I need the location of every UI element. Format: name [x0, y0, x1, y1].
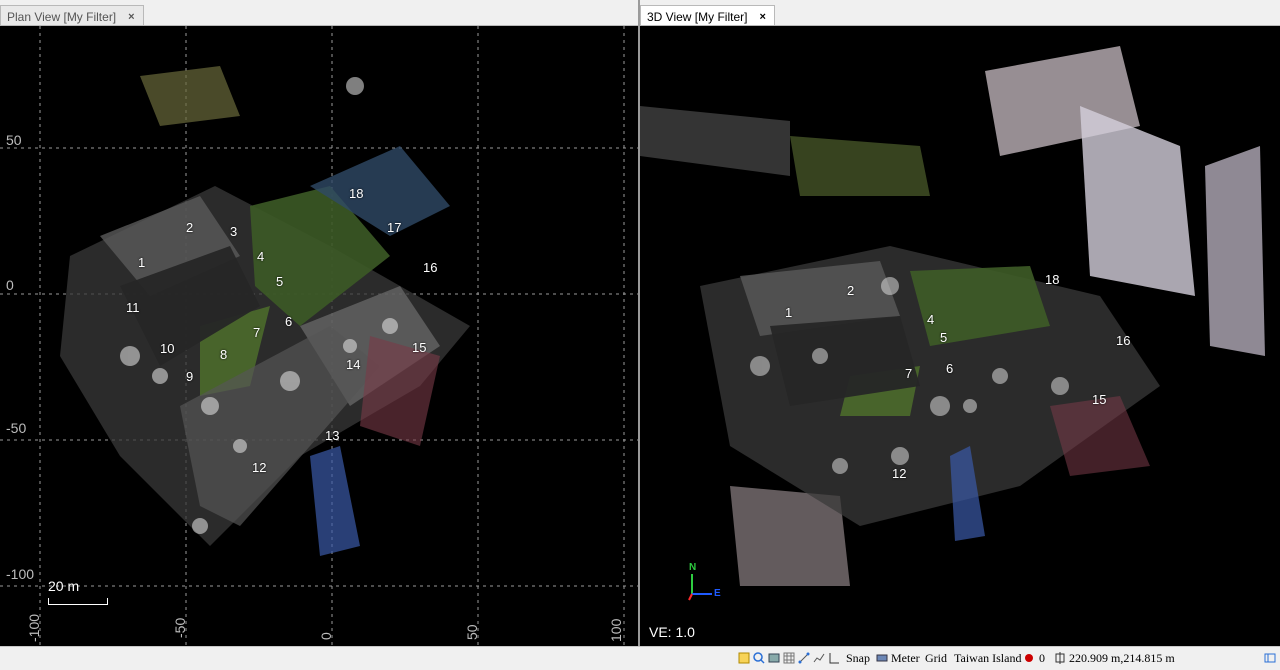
plan-pointcloud [0, 26, 638, 646]
record-icon [1025, 654, 1033, 662]
3d-tabbar: 3D View [My Filter] × [640, 0, 1280, 26]
3d-marker[interactable]: 12 [892, 466, 906, 481]
tab-plan-label: Plan View [My Filter] [7, 10, 117, 24]
gizmo-n-label: N [689, 562, 697, 573]
axis-label-x-100: 100 [608, 618, 624, 642]
angle-tool-icon[interactable] [828, 652, 840, 664]
scale-label: 20 m [48, 578, 80, 594]
vertical-exaggeration-label: VE: 1.0 [649, 624, 695, 640]
3d-marker[interactable]: 2 [847, 283, 854, 298]
status-bar: Snap Meter Grid Taiwan Island 0 220.909 … [0, 646, 1280, 670]
plan-marker[interactable]: 12 [252, 460, 266, 475]
zoom-tool-icon[interactable] [753, 652, 765, 664]
selection-count: 0 [1039, 651, 1045, 665]
coordinate-icon [1055, 652, 1065, 664]
3d-marker[interactable]: 5 [940, 330, 947, 345]
scale-bar-line [48, 598, 108, 605]
plan-marker[interactable]: 6 [285, 314, 292, 329]
plan-marker[interactable]: 4 [257, 249, 264, 264]
plan-marker[interactable]: 3 [230, 224, 237, 239]
3d-marker[interactable]: 16 [1116, 333, 1130, 348]
plan-marker[interactable]: 15 [412, 340, 426, 355]
axis-label-x-minus50: -50 [172, 617, 188, 638]
3d-marker[interactable]: 6 [946, 361, 953, 376]
plan-marker[interactable]: 11 [126, 300, 140, 315]
profile-tool-icon[interactable] [813, 652, 825, 664]
plan-marker[interactable]: 10 [160, 341, 174, 356]
axis-label-y-minus100: -100 [6, 566, 35, 582]
plan-view-pane: Plan View [My Filter] × 50 0 -50 -100 -1… [0, 0, 638, 646]
close-icon[interactable]: × [128, 11, 134, 23]
plan-marker[interactable]: 18 [349, 186, 363, 201]
3d-marker[interactable]: 15 [1092, 392, 1106, 407]
view-box-icon[interactable] [768, 652, 780, 664]
plan-marker[interactable]: 16 [423, 260, 437, 275]
3d-view-pane: 3D View [My Filter] × 1 2 4 5 6 7 12 15 … [640, 0, 1280, 646]
3d-marker[interactable]: 18 [1045, 272, 1059, 287]
scale-bar: 20 m [48, 578, 108, 605]
unit-selector[interactable]: Meter [891, 651, 920, 666]
grid-tool-icon[interactable] [783, 652, 795, 664]
plan-marker[interactable]: 13 [325, 428, 339, 443]
measure-tool-icon[interactable] [798, 652, 810, 664]
cursor-coordinates: 220.909 m,214.815 m [1069, 651, 1175, 665]
3d-marker[interactable]: 1 [785, 305, 792, 320]
gizmo-e-label: E [714, 588, 721, 599]
3d-marker[interactable]: 4 [927, 312, 934, 327]
3d-canvas[interactable]: 1 2 4 5 6 7 12 15 16 18 N E VE: 1.0 [640, 26, 1280, 646]
axis-label-y-50: 50 [6, 132, 22, 148]
plan-marker[interactable]: 17 [387, 220, 401, 235]
plan-marker[interactable]: 9 [186, 369, 193, 384]
select-tool-icon[interactable] [738, 652, 750, 664]
axis-label-y-minus50: -50 [6, 420, 27, 436]
close-icon[interactable]: × [759, 11, 765, 23]
plan-marker[interactable]: 5 [276, 274, 283, 289]
plan-marker[interactable]: 2 [186, 220, 193, 235]
projection-label[interactable]: Taiwan Island [954, 651, 1021, 666]
plan-marker[interactable]: 7 [253, 325, 260, 340]
plan-marker[interactable]: 14 [346, 357, 360, 372]
plan-marker[interactable]: 1 [138, 255, 145, 270]
3d-marker[interactable]: 7 [905, 366, 912, 381]
orientation-gizmo-icon: N E [686, 562, 721, 602]
tab-3d-label: 3D View [My Filter] [647, 10, 748, 24]
3d-pointcloud [640, 46, 1265, 586]
plan-canvas[interactable]: 50 0 -50 -100 -100 -50 0 50 100 1 2 3 4 … [0, 26, 638, 646]
axis-label-x-minus100: -100 [26, 613, 42, 642]
ruler-icon [876, 654, 888, 662]
plan-marker[interactable]: 8 [220, 347, 227, 362]
tab-3d-view[interactable]: 3D View [My Filter] × [640, 5, 775, 25]
tab-plan-view[interactable]: Plan View [My Filter] × [0, 5, 144, 25]
grid-toggle[interactable]: Grid [925, 651, 947, 666]
axis-label-y-0: 0 [6, 277, 14, 293]
axis-label-x-0: 0 [318, 632, 334, 640]
plan-tabbar: Plan View [My Filter] × [0, 0, 638, 26]
panel-toggle-icon[interactable] [1264, 652, 1276, 664]
snap-toggle[interactable]: Snap [846, 651, 870, 666]
axis-label-x-50: 50 [464, 624, 480, 640]
